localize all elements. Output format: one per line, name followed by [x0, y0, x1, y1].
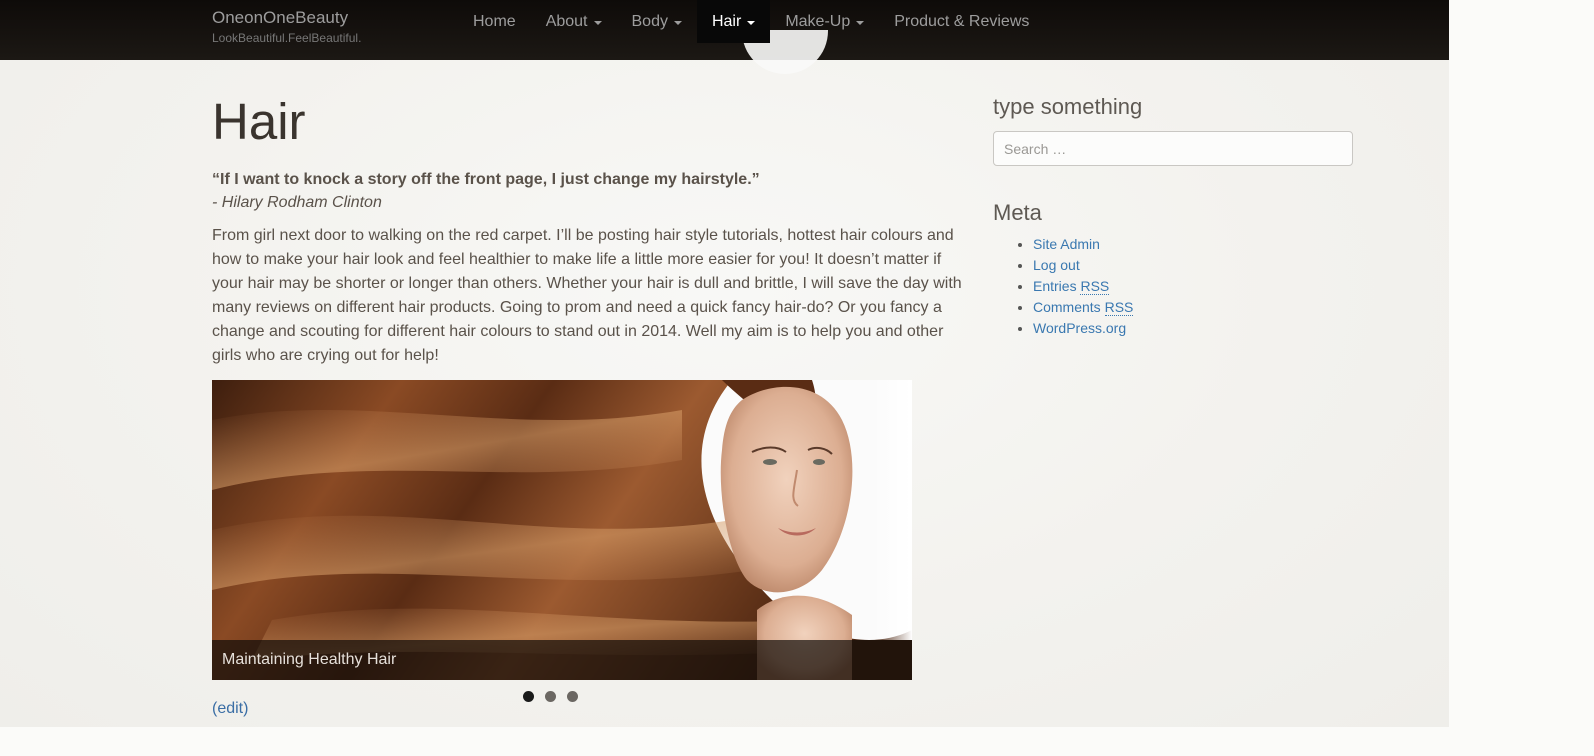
menu-item-label: Hair [711, 12, 742, 30]
slider-dot-3[interactable] [567, 691, 578, 702]
menu-item-label: Body [631, 12, 668, 30]
menu-item-home[interactable]: Home [458, 0, 531, 43]
menu-item-label: Product & Reviews [894, 12, 1030, 30]
slider-dot-1[interactable] [523, 691, 534, 702]
search-input[interactable] [993, 131, 1353, 166]
caret-down-icon [856, 20, 865, 25]
menu-item-product-reviews[interactable]: Product & Reviews [879, 0, 1044, 43]
page-title: Hair [212, 93, 306, 150]
site-brand[interactable]: OneonOneBeauty LookBeautiful.FeelBeautif… [212, 8, 361, 46]
list-item: Comments RSS [1033, 297, 1353, 318]
meta-links: Site Admin Log out Entries RSS Comments … [993, 234, 1353, 339]
list-item: WordPress.org [1033, 318, 1353, 339]
image-slider[interactable]: Maintaining Healthy Hair [212, 380, 912, 680]
menu-item-label: Home [473, 12, 516, 30]
log-out-link[interactable]: Log out [1033, 257, 1080, 273]
menu-item-label: Make-Up [785, 12, 851, 30]
edit-link[interactable]: (edit) [212, 700, 248, 718]
main-menu: Home About Body Hair Make-Up Product & R… [458, 0, 1044, 43]
list-item: Entries RSS [1033, 276, 1353, 297]
menu-item-make-up[interactable]: Make-Up [770, 0, 879, 43]
search-widget-title: type something [993, 94, 1143, 119]
comments-rss-link[interactable]: Comments RSS [1033, 299, 1134, 316]
comments-label: Comments [1033, 299, 1101, 315]
rss-abbr: RSS [1104, 299, 1134, 316]
entries-rss-link[interactable]: Entries RSS [1033, 278, 1110, 295]
menu-item-hair[interactable]: Hair [696, 0, 771, 43]
slider-dot-2[interactable] [545, 691, 556, 702]
site-tagline: LookBeautiful.FeelBeautiful. [212, 31, 362, 45]
sidebar: type something Meta Site Admin Log out E… [993, 92, 1353, 339]
main-content: Hair “If I want to knock a story off the… [212, 90, 967, 680]
entries-label: Entries [1033, 278, 1077, 294]
caret-down-icon [747, 20, 756, 25]
list-item: Log out [1033, 255, 1353, 276]
caret-down-icon [593, 20, 602, 25]
slider-caption: Maintaining Healthy Hair [212, 640, 912, 680]
caret-down-icon [673, 20, 682, 25]
site-admin-link[interactable]: Site Admin [1033, 236, 1100, 252]
site-title[interactable]: OneonOneBeauty [212, 8, 361, 28]
menu-item-about[interactable]: About [531, 0, 617, 43]
intro-paragraph: From girl next door to walking on the re… [212, 227, 962, 364]
wordpress-org-link[interactable]: WordPress.org [1033, 320, 1126, 336]
rss-abbr: RSS [1080, 278, 1110, 295]
menu-item-label: About [545, 12, 588, 30]
list-item: Site Admin [1033, 234, 1353, 255]
quote-text: “If I want to knock a story off the fron… [212, 171, 760, 188]
meta-widget-title: Meta [993, 200, 1042, 225]
slider-indicators [523, 691, 578, 702]
menu-item-body[interactable]: Body [617, 0, 697, 43]
quote-author: - Hilary Rodham Clinton [212, 194, 382, 211]
slider-hair-image [212, 380, 912, 680]
